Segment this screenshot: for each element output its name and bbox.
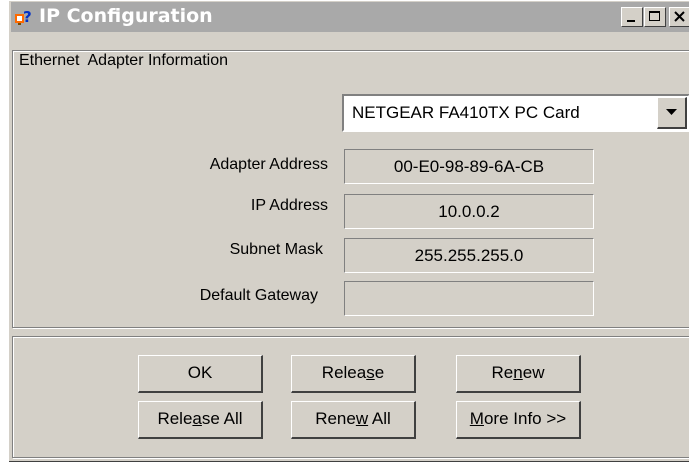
title-bar[interactable]: ? IP Configuration bbox=[11, 2, 689, 32]
adapter-select-dropdown-button[interactable] bbox=[657, 97, 687, 129]
more-info-accelerator: M bbox=[469, 409, 484, 428]
subnet-mask-label: Subnet Mask bbox=[229, 241, 323, 258]
renew-all-accelerator: w bbox=[355, 409, 369, 428]
adapter-select-value: NETGEAR FA410TX PC Card bbox=[352, 103, 580, 122]
ip-configuration-window: ? IP Configuration Ethernet Adapter Info… bbox=[8, 0, 689, 462]
release-all-accelerator: a bbox=[192, 409, 202, 428]
default-gateway-value bbox=[344, 281, 594, 316]
window-title: IP Configuration bbox=[39, 5, 213, 27]
minimize-icon bbox=[627, 20, 635, 22]
renew-label-part: Re bbox=[491, 363, 514, 382]
adapter-address-value: 00-E0-98-89-6A-CB bbox=[344, 149, 594, 184]
renew-all-button[interactable]: Renew All bbox=[291, 401, 416, 439]
renew-accelerator: n bbox=[513, 363, 523, 382]
renew-button[interactable]: Renew bbox=[456, 355, 581, 393]
close-button[interactable] bbox=[669, 7, 689, 27]
network-help-icon: ? bbox=[15, 8, 32, 26]
chevron-down-icon bbox=[666, 109, 677, 115]
renew-all-label-part: All bbox=[368, 409, 391, 428]
release-all-label-part: se All bbox=[201, 409, 243, 428]
release-label-part: Relea bbox=[321, 363, 367, 382]
ip-address-value: 10.0.0.2 bbox=[344, 194, 594, 229]
subnet-mask-value: 255.255.255.0 bbox=[344, 238, 594, 273]
ip-address-label: IP Address bbox=[250, 197, 328, 214]
ok-button-label: OK bbox=[187, 363, 213, 382]
adapter-select[interactable]: NETGEAR FA410TX PC Card bbox=[342, 94, 689, 132]
svg-text:?: ? bbox=[23, 8, 32, 26]
release-all-label-part: Rele bbox=[157, 409, 193, 428]
more-info-label-part: ore Info >> bbox=[483, 409, 567, 428]
renew-all-label-part: Rene bbox=[315, 409, 356, 428]
maximize-icon bbox=[649, 11, 660, 21]
more-info-button[interactable]: More Info >> bbox=[456, 401, 581, 439]
release-button[interactable]: Release bbox=[291, 355, 416, 393]
maximize-button[interactable] bbox=[644, 7, 666, 27]
release-label-part: e bbox=[374, 363, 385, 382]
default-gateway-label: Default Gateway bbox=[199, 287, 318, 304]
renew-label-part: ew bbox=[522, 363, 545, 382]
adapter-info-group-title: Ethernet Adapter Information bbox=[15, 52, 233, 70]
adapter-address-label: Adapter Address bbox=[209, 156, 328, 173]
release-accelerator: s bbox=[366, 363, 375, 382]
minimize-button[interactable] bbox=[621, 7, 643, 27]
release-all-button[interactable]: Release All bbox=[138, 401, 263, 439]
ok-button[interactable]: OK bbox=[138, 355, 263, 393]
close-icon bbox=[674, 11, 685, 22]
